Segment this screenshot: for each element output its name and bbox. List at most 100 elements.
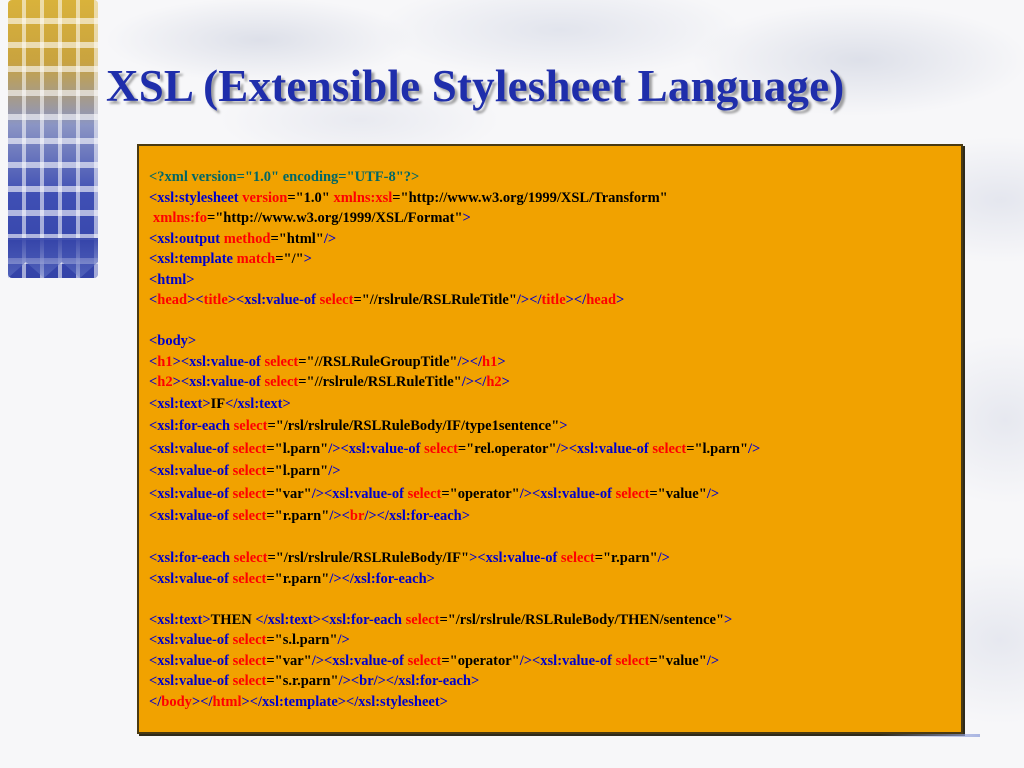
code-token: select (615, 485, 650, 502)
code-token: ></ (565, 292, 587, 308)
code-token: ="value" (649, 485, 707, 502)
code-line: <h1><xsl:value-of select="//RSLRuleGroup… (149, 352, 951, 373)
code-line: <?xml version="1.0" encoding="UTF-8"?> (149, 167, 951, 188)
code-line: <head><title><xsl:value-of select="//rsl… (149, 290, 951, 311)
code-token: select (424, 440, 458, 457)
code-token: ><xsl:value-of (172, 353, 265, 370)
code-token: ="l.parn" (266, 440, 329, 457)
code-token: body (161, 693, 192, 710)
code-token: match (236, 251, 276, 267)
code-token: version (242, 189, 288, 206)
code-token: ="operator" (441, 652, 520, 669)
code-token: select (652, 440, 687, 457)
code-token: <xsl:for-each (149, 550, 234, 566)
code-token: > (724, 611, 733, 628)
code-token: <xsl:text> (149, 611, 211, 628)
code-token: ="//rslrule/RSLRuleTitle" (353, 292, 517, 308)
code-token: /> (323, 230, 337, 247)
code-token: select (407, 652, 442, 669)
code-token: xmlns:fo (153, 210, 207, 226)
code-token: /><xsl:value-of (311, 652, 408, 669)
code-token: <xsl:value-of (149, 570, 233, 587)
code-token: ="r.parn" (266, 570, 330, 587)
code-line: <xsl:text>IF</xsl:text> (149, 393, 951, 416)
code-line: </body></html></xsl:template></xsl:style… (149, 692, 951, 713)
code-token: > (462, 210, 471, 226)
code-line: <xsl:for-each select="/rsl/rslrule/RSLRu… (149, 415, 951, 438)
code-token: method (223, 230, 271, 247)
code-token: ="value" (649, 652, 707, 669)
code-token: <xsl:value-of (149, 485, 233, 502)
code-line: xmlns:fo="http://www.w3.org/1999/XSL/For… (149, 208, 951, 229)
code-line: <xsl:value-of select="l.parn"/> (149, 460, 951, 483)
code-token: ="l.parn" (266, 463, 329, 479)
code-token: select (232, 508, 267, 524)
code-line: <xsl:output method="html"/> (149, 229, 951, 250)
code-token: select (560, 550, 595, 566)
code-line: <xsl:template match="/"> (149, 249, 951, 270)
code-token: /></ (461, 374, 487, 390)
code-token: select (264, 374, 299, 390)
code-line: <body> (149, 331, 951, 352)
code-token: ="http://www.w3.org/1999/XSL/Format" (206, 210, 463, 226)
code-token: >< (187, 292, 204, 308)
code-token: h2 (486, 374, 502, 390)
code-token: </xsl:text><xsl:for-each (255, 611, 406, 628)
code-token: > (616, 292, 625, 308)
code-line: <xsl:text>THEN </xsl:text><xsl:for-each … (149, 610, 951, 631)
code-token: THEN (210, 611, 256, 628)
code-token: title (541, 292, 566, 308)
code-token: <xsl:value-of (149, 632, 233, 648)
code-token: <xsl:output (149, 230, 224, 247)
code-token: ="var" (266, 485, 312, 502)
code-token: <xsl:value-of (149, 463, 233, 479)
code-token: </xsl:text> (225, 395, 291, 412)
code-token: <xsl:stylesheet (149, 189, 243, 206)
code-token: ="1.0" (287, 189, 334, 206)
code-token: /></ (516, 292, 542, 308)
code-token: > (559, 418, 568, 434)
code-token: xmlns:xsl (333, 189, 393, 206)
code-token: ="r.parn" (266, 508, 330, 524)
code-line: <html> (149, 270, 951, 291)
code-token: ="html" (270, 230, 324, 247)
code-token: select (615, 652, 650, 669)
code-token: /> (657, 550, 670, 566)
code-token: <xsl:template (149, 251, 237, 267)
code-token: /></xsl:for-each> (329, 570, 435, 587)
code-token: /><xsl:value-of (519, 652, 616, 669)
code-token: /> (706, 652, 720, 669)
code-token: /></xsl:for-each> (364, 508, 470, 524)
code-token: /></ (457, 353, 483, 370)
code-token: select (232, 652, 267, 669)
code-token: > (303, 251, 312, 267)
code-token: select (233, 550, 268, 566)
code-token: /><xsl:value-of (519, 485, 616, 502)
code-token: title (203, 292, 228, 308)
code-token: ="//RSLRuleGroupTitle" (298, 353, 458, 370)
decorative-rule (880, 734, 980, 737)
code-token: select (319, 292, 354, 308)
code-token: ="//rslrule/RSLRuleTitle" (298, 374, 462, 390)
code-token: head (586, 292, 617, 308)
code-line: <xsl:value-of select="s.l.parn"/> (149, 630, 951, 651)
code-token: select (232, 673, 267, 689)
code-token: > (501, 374, 510, 390)
code-token: html (212, 693, 242, 710)
code-token: select (232, 485, 267, 502)
code-token: <xsl:value-of (149, 508, 233, 524)
code-token: ="rel.operator" (457, 440, 557, 457)
code-token: /> (706, 485, 720, 502)
code-token: select (233, 418, 268, 434)
code-token: /><br/></xsl:for-each> (338, 673, 480, 689)
code-token: ="operator" (441, 485, 520, 502)
code-token: ="l.parn" (686, 440, 749, 457)
code-token: select (232, 463, 267, 479)
code-line: <h2><xsl:value-of select="//rslrule/RSLR… (149, 372, 951, 393)
code-line: <xsl:value-of select="var"/><xsl:value-o… (149, 483, 951, 506)
code-token: /><xsl:value-of (556, 440, 653, 457)
code-token: <?xml version="1.0" encoding="UTF-8"?> (149, 169, 420, 185)
